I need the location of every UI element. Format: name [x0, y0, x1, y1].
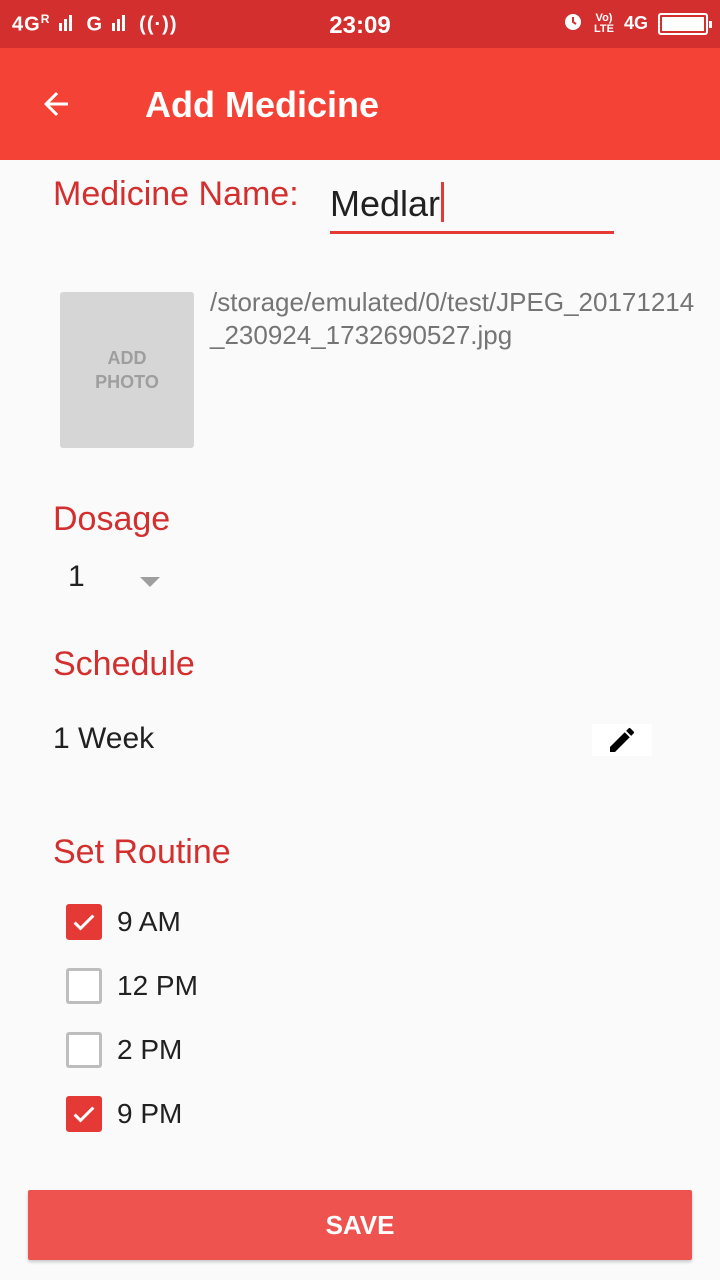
- save-button[interactable]: SAVE: [28, 1190, 692, 1260]
- medicine-name-input[interactable]: Medlar: [330, 180, 614, 234]
- check-icon: [73, 914, 95, 931]
- check-icon: [73, 1106, 95, 1123]
- routine-checkbox[interactable]: [66, 1032, 102, 1068]
- status-right: Vo) LTE 4G: [562, 10, 712, 37]
- routine-checkbox[interactable]: [66, 968, 102, 1004]
- schedule-label: Schedule: [53, 645, 195, 683]
- routine-checkbox[interactable]: [66, 1096, 102, 1132]
- routine-label: 9 PM: [117, 1098, 183, 1129]
- volte-icon: Vo) LTE: [594, 11, 614, 35]
- routine-label: 12 PM: [117, 970, 198, 1001]
- routine-label: 9 AM: [117, 906, 181, 937]
- routine-item-2pm[interactable]: 2 PM: [66, 1030, 182, 1070]
- edit-schedule-button[interactable]: [592, 724, 652, 756]
- add-photo-button[interactable]: ADD PHOTO: [60, 292, 194, 448]
- medicine-name-value: Medlar: [330, 183, 441, 224]
- dosage-label: Dosage: [53, 500, 171, 538]
- dropdown-arrow-icon: [140, 577, 160, 587]
- routine-item-9am[interactable]: 9 AM: [66, 902, 181, 942]
- arrow-back-icon: [44, 92, 68, 116]
- app-bar: Add Medicine: [0, 48, 720, 160]
- text-cursor: [441, 182, 445, 222]
- pencil-icon: [610, 727, 635, 752]
- routine-checkbox[interactable]: [66, 904, 102, 940]
- set-routine-label: Set Routine: [53, 833, 231, 871]
- medicine-name-label: Medicine Name:: [53, 175, 299, 213]
- dosage-value: 1: [68, 560, 85, 593]
- back-button[interactable]: [30, 78, 82, 130]
- add-photo-label: ADD PHOTO: [95, 348, 159, 392]
- dosage-dropdown[interactable]: 1: [60, 560, 170, 604]
- network-type-3: 4G: [623, 13, 648, 33]
- routine-item-12pm[interactable]: 12 PM: [66, 966, 198, 1006]
- status-bar: 4GR G ((·)) 23:09 Vo) LTE 4G: [0, 0, 720, 48]
- page-title: Add Medicine: [145, 84, 380, 125]
- routine-label: 2 PM: [117, 1034, 183, 1065]
- battery-icon: [658, 12, 712, 35]
- alarm-icon: [562, 10, 584, 37]
- schedule-value: 1 Week: [53, 722, 155, 755]
- photo-path: /storage/emulated/0/test/JPEG_20171214_2…: [210, 287, 695, 350]
- routine-item-9pm[interactable]: 9 PM: [66, 1094, 182, 1134]
